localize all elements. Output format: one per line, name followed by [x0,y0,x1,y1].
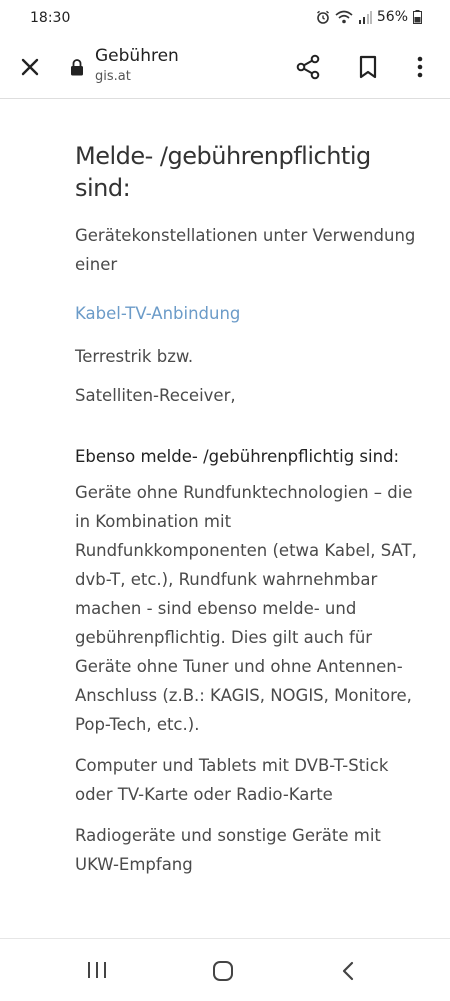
system-nav-bar [0,938,450,1001]
status-bar: 18:30 56% [0,0,450,36]
bookmark-icon[interactable] [356,53,380,81]
alarm-icon [316,10,329,24]
computer-paragraph: Computer und Tablets mit DVB-T-Stick ode… [75,756,389,804]
home-icon[interactable] [212,961,234,981]
page-content: Melde- /gebührenpflichtig sind: Geräteko… [75,100,425,879]
lock-icon [71,59,83,76]
more-vert-icon[interactable] [410,53,430,81]
wifi-icon [335,10,353,24]
terrestrial-text: Terrestrik bzw. [75,347,194,366]
page-domain: gis.at [95,69,131,84]
back-icon[interactable] [340,961,356,981]
devices-paragraph: Geräte ohne Rundfunktechnologien – die i… [75,483,417,734]
recent-apps-icon[interactable] [86,961,108,979]
page-title: Gebühren [95,46,179,66]
status-time: 18:30 [30,10,71,26]
status-icons: 56% [316,9,422,25]
radio-paragraph: Radiogeräte und sonstige Geräte mit UKW-… [75,826,381,874]
page-title-block[interactable]: Gebühren gis.at [95,46,179,86]
intro-text: Gerätekonstellationen unter Verwendung e… [75,226,416,274]
satellite-text: Satelliten-Receiver, [75,386,236,405]
cable-tv-link[interactable]: Kabel-TV-Anbindung [75,299,425,328]
signal-icon [358,10,372,24]
battery-percent: 56% [376,9,408,25]
battery-icon [413,10,422,24]
content-subheading: Ebenso melde- /gebührenpflichtig sind: [75,447,400,466]
close-icon[interactable] [16,53,44,81]
share-icon[interactable] [294,53,322,81]
browser-toolbar: Gebühren gis.at [0,36,450,99]
content-heading: Melde- /gebührenpflichtig sind: [75,142,371,202]
